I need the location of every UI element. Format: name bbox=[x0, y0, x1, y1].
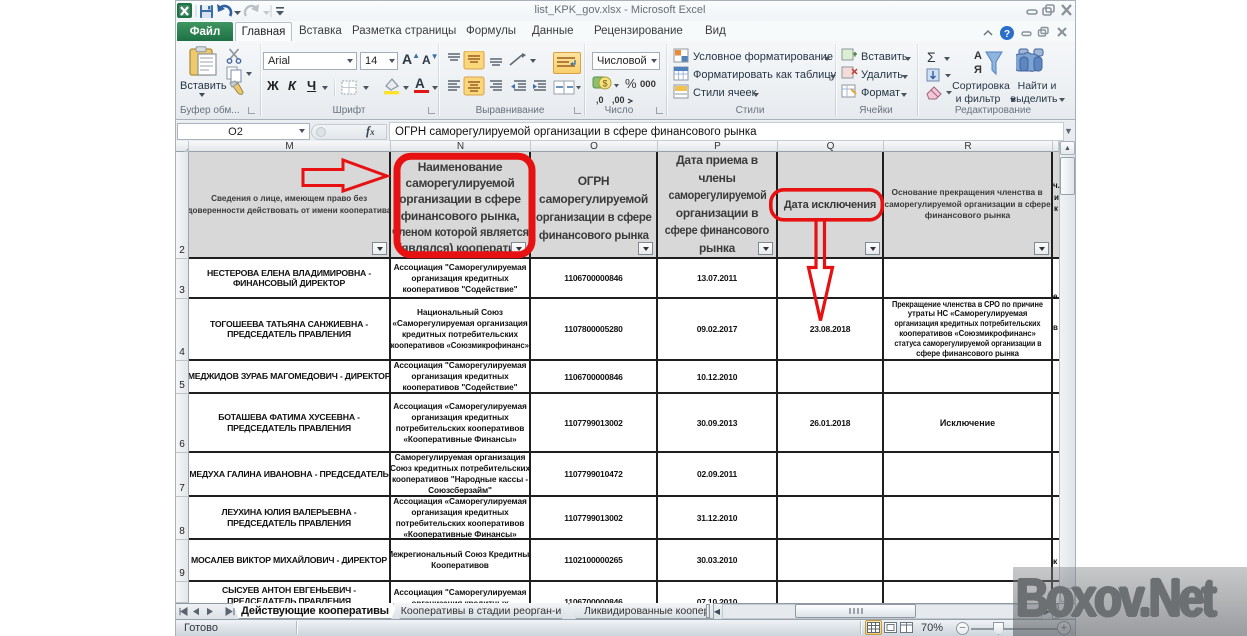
svg-text:?: ? bbox=[1004, 29, 1010, 40]
svg-text:А: А bbox=[974, 50, 982, 62]
svg-text:,00: ,00 bbox=[612, 95, 625, 105]
svg-text:000: 000 bbox=[640, 79, 656, 90]
svg-text:Я: Я bbox=[974, 64, 982, 76]
svg-text:$: $ bbox=[602, 79, 607, 89]
svg-text:,0: ,0 bbox=[596, 95, 604, 105]
svg-text:%: % bbox=[625, 76, 637, 91]
